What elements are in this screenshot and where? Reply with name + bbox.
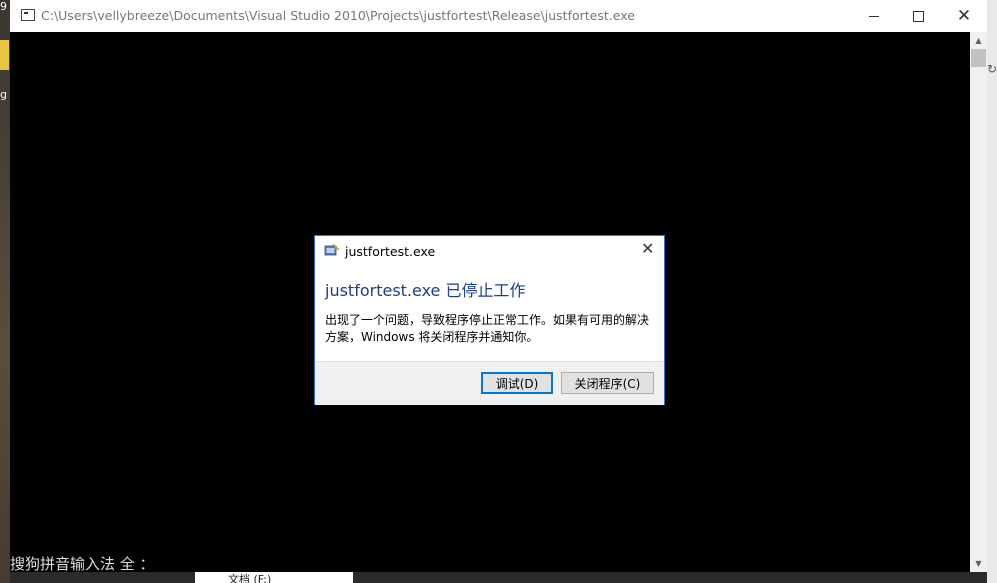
background-window-right: ↻ [987,0,997,583]
background-text: 9 [0,0,7,13]
drive-label: 文档 (F:) [228,573,272,583]
dialog-message: 出现了一个问题，导致程序停止正常工作。如果有可用的解决方案，Windows 将关… [325,313,650,344]
console-app-icon [21,9,35,21]
close-program-button[interactable]: 关闭程序(C) [561,372,654,394]
dialog-heading: justfortest.exe 已停止工作 [325,281,526,300]
arrow-down-icon: ▼ [975,559,982,568]
maximize-button[interactable] [895,0,941,32]
program-icon [324,243,340,256]
close-icon: ✕ [956,5,972,26]
background-tab [0,40,9,70]
vertical-scrollbar[interactable]: ▲ ▼ [970,32,987,572]
refresh-icon: ↻ [987,62,997,76]
dialog-title: justfortest.exe [345,244,436,259]
scrollbar-thumb[interactable] [971,49,986,67]
ime-status-text: 搜狗拼音输入法 全 ： [10,555,155,573]
arrow-up-icon: ▲ [975,36,982,45]
background-explorer-strip: 文档 (F:) [195,572,353,583]
window-title: C:\Users\vellybreeze\Documents\Visual St… [41,8,635,23]
title-bar[interactable]: C:\Users\vellybreeze\Documents\Visual St… [10,0,987,32]
scroll-down-button[interactable]: ▼ [970,555,987,572]
minimize-icon [869,15,879,17]
maximize-icon [912,10,924,22]
close-button[interactable]: ✕ [941,0,987,32]
minimize-button[interactable] [851,0,897,32]
debug-button[interactable]: 调试(D) [481,372,553,394]
background-text: g [0,88,7,101]
background-window-left: 9 g [0,0,10,583]
error-dialog: justfortest.exe ✕ justfortest.exe 已停止工作 … [314,235,665,405]
scroll-up-button[interactable]: ▲ [970,32,987,49]
dialog-close-icon[interactable]: ✕ [641,241,654,257]
dialog-footer: 调试(D) 关闭程序(C) [315,361,664,405]
